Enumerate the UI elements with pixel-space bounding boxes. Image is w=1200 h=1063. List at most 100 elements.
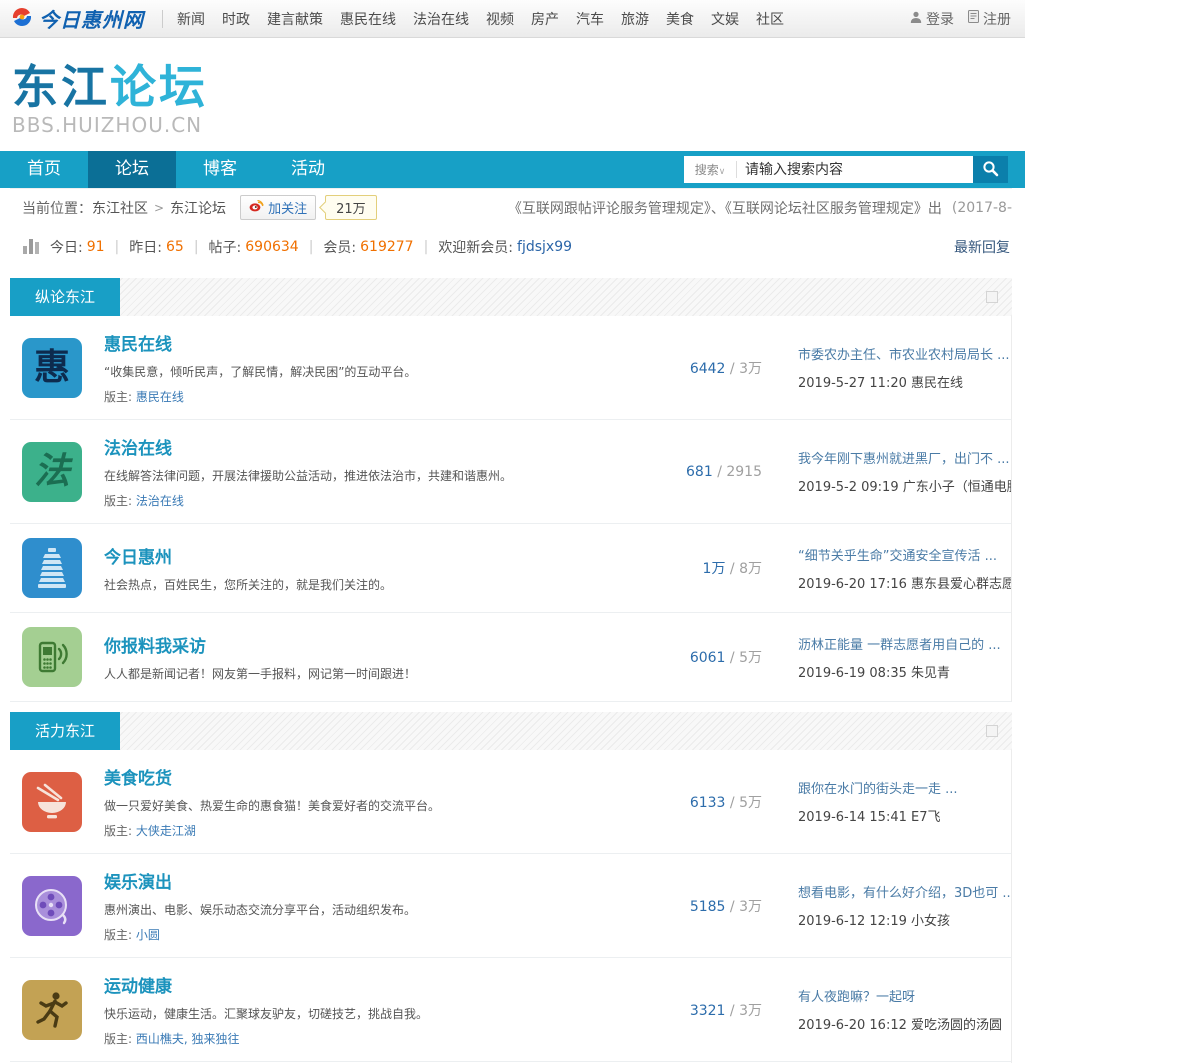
nav-forum[interactable]: 论坛 <box>88 151 176 188</box>
search-input[interactable] <box>737 157 973 182</box>
announcement-link[interactable]: 《互联网跟帖评论服务管理规定》、《互联网论坛社区服务管理规定》出 <box>508 198 942 218</box>
forum-icon-film[interactable] <box>22 875 82 936</box>
forum-row-fazhi: 法 法治在线 在线解答法律问题，开展法律援助公益活动，推进依法治市，共建和谐惠州… <box>10 420 1012 524</box>
newest-member-link[interactable]: fjdsjx99 <box>517 239 572 255</box>
stats-bar: 今日: 91 | 昨日: 65 | 帖子: 690634 | 会员: 61927… <box>10 226 1012 268</box>
last-post-user[interactable]: E7飞 <box>911 810 941 825</box>
search-category-select[interactable]: 搜索∨ <box>684 161 736 178</box>
top-nav-house[interactable]: 房产 <box>531 9 559 29</box>
forum-desc: 人人都是新闻记者！网友第一手报料，网记第一时间跟进！ <box>104 667 417 681</box>
last-post-time: 2019-6-19 08:35 <box>798 665 907 681</box>
forum-name-link[interactable]: 法治在线 <box>104 439 172 459</box>
section-collapse-icon[interactable] <box>986 725 998 737</box>
site-logo[interactable]: 东江论坛 BBS.HUIZHOU.CN <box>12 64 208 137</box>
latest-reply-link[interactable]: 最新回复 <box>954 237 1010 257</box>
main-nav: 首页 论坛 博客 活动 搜索∨ <box>0 151 1025 188</box>
moderator-label: 版主: <box>104 494 133 508</box>
last-post-user[interactable]: 广东小子（恒通电脑） <box>903 480 1011 495</box>
forum-icon-fazhi[interactable]: 法 <box>22 441 82 502</box>
forum-stats: 3321 / 3万 <box>689 1002 762 1019</box>
site-logo-part2: 论坛 <box>110 60 208 114</box>
portal-logo[interactable]: 今日惠州网 <box>10 4 144 33</box>
last-post-link[interactable]: 有人夜跑嘛？一起呀 <box>798 986 1011 1005</box>
top-nav-suggest[interactable]: 建言献策 <box>267 9 323 29</box>
top-nav-culture[interactable]: 文娱 <box>711 9 739 29</box>
announcement-date: (2017-8- <box>951 199 1012 216</box>
forum-name-link[interactable]: 运动健康 <box>104 977 172 997</box>
nav-home[interactable]: 首页 <box>0 151 88 188</box>
bowl-chopsticks-icon <box>36 783 66 818</box>
moderator-link[interactable]: 小圆 <box>136 928 160 942</box>
forum-name-link[interactable]: 你报料我采访 <box>104 637 206 657</box>
top-nav-news[interactable]: 新闻 <box>177 9 205 29</box>
last-post-user[interactable]: 惠东县爱心群志愿者 <box>911 577 1011 592</box>
search-box: 搜索∨ <box>684 156 1008 183</box>
forum-name-link[interactable]: 娱乐演出 <box>104 873 172 893</box>
top-nav-travel[interactable]: 旅游 <box>621 9 649 29</box>
forum-name-link[interactable]: 今日惠州 <box>104 548 172 568</box>
last-post-link[interactable]: 想看电影，有什么好介绍，3D也可 ... <box>798 882 1011 901</box>
forum-icon-runner[interactable] <box>22 979 82 1040</box>
moderator-label: 版主: <box>104 824 133 838</box>
forum-stats: 1万 / 8万 <box>702 561 762 577</box>
moderator-link[interactable]: 西山樵夫, 独来独往 <box>136 1032 240 1046</box>
section-title[interactable]: 活力东江 <box>10 712 121 750</box>
stat-yesterday-label: 昨日: <box>129 240 162 256</box>
breadcrumb-forum[interactable]: 东江论坛 <box>170 198 226 218</box>
top-nav-car[interactable]: 汽车 <box>576 9 604 29</box>
top-nav-food[interactable]: 美食 <box>666 9 694 29</box>
weibo-follow-button[interactable]: 加关注 <box>240 195 317 220</box>
last-post-link[interactable]: “细节关乎生命”交通安全宣传活 ... <box>798 545 1011 564</box>
forum-stats: 6061 / 5万 <box>689 650 762 666</box>
last-post-time: 2019-5-27 11:20 <box>798 376 907 391</box>
search-button[interactable] <box>973 156 1008 183</box>
last-post-link[interactable]: 跟你在水门的街头走一走 ... <box>798 778 1011 797</box>
moderator-link[interactable]: 法治在线 <box>136 494 184 508</box>
forum-icon-food[interactable] <box>22 771 82 832</box>
chevron-down-icon: ∨ <box>718 167 726 177</box>
last-post-user[interactable]: 小女孩 <box>911 914 950 929</box>
breadcrumb-community[interactable]: 东江社区 <box>92 198 148 218</box>
top-nav-huimin[interactable]: 惠民在线 <box>340 9 396 29</box>
forum-name-link[interactable]: 美食吃货 <box>104 769 172 789</box>
top-nav-community[interactable]: 社区 <box>756 9 784 29</box>
forum-desc: 在线解答法律问题，开展法律援助公益活动，推进依法治市，共建和谐惠州。 <box>104 469 513 483</box>
top-nav-fazhi[interactable]: 法治在线 <box>413 9 469 29</box>
forum-row-meishi: 美食吃货 做一只爱好美食、热爱生命的惠食猫！美食爱好者的交流平台。 版主: 大侠… <box>10 750 1012 854</box>
moderator-link[interactable]: 惠民在线 <box>136 390 184 404</box>
last-post-time: 2019-6-20 16:12 <box>798 1018 907 1033</box>
login-link[interactable]: 登录 <box>910 9 954 29</box>
site-domain: BBS.HUIZHOU.CN <box>12 113 203 137</box>
moderator-link[interactable]: 大侠走江湖 <box>136 824 196 838</box>
forum-icon-phone[interactable] <box>22 627 82 687</box>
divider <box>162 9 163 28</box>
forum-icon-pagoda[interactable] <box>22 538 82 598</box>
last-post-user[interactable]: 爱吃汤圆的汤圆 <box>911 1018 1002 1033</box>
forum-desc: 做一只爱好美食、热爱生命的惠食猫！美食爱好者的交流平台。 <box>104 799 441 813</box>
nav-activity[interactable]: 活动 <box>264 151 352 188</box>
register-link[interactable]: 注册 <box>968 9 1011 29</box>
welcome-label: 欢迎新会员: <box>438 240 514 256</box>
pagoda-icon <box>38 548 66 588</box>
nav-blog[interactable]: 博客 <box>176 151 264 188</box>
last-post-time: 2019-6-14 15:41 <box>798 810 907 825</box>
last-post-user[interactable]: 朱见青 <box>911 666 950 681</box>
user-icon <box>910 11 922 27</box>
last-post-link[interactable]: 沥林正能量 一群志愿者用自己的 ... <box>798 634 1011 653</box>
forum-row-yule: 娱乐演出 惠州演出、电影、娱乐动态交流分享平台，活动组织发布。 版主: 小圆 5… <box>10 854 1012 958</box>
film-reel-icon <box>35 888 67 924</box>
top-nav-video[interactable]: 视频 <box>486 9 514 29</box>
last-post-link[interactable]: 我今年刚下惠州就进黑厂，出门不 ... <box>798 448 1011 467</box>
forum-name-link[interactable]: 惠民在线 <box>104 335 172 355</box>
section-collapse-icon[interactable] <box>986 291 998 303</box>
forum-row-jinrihuizhou: 今日惠州 社会热点，百姓民生，您所关注的，就是我们关注的。 1万 / 8万 “细… <box>10 524 1012 613</box>
document-icon <box>968 10 979 27</box>
section-title[interactable]: 纵论东江 <box>10 278 121 316</box>
top-nav-politics[interactable]: 时政 <box>222 9 250 29</box>
last-post-link[interactable]: 市委农办主任、市农业农村局局长 ... <box>798 344 1011 363</box>
last-post-user[interactable]: 惠民在线 <box>911 376 963 391</box>
forum-row-yundong: 运动健康 快乐运动，健康生活。汇聚球友驴友，切磋技艺，挑战自我。 版主: 西山樵… <box>10 958 1012 1062</box>
phone-report-icon <box>38 641 68 673</box>
last-post-time: 2019-6-20 17:16 <box>798 576 907 592</box>
forum-icon-huimin[interactable]: 惠 <box>22 337 82 398</box>
